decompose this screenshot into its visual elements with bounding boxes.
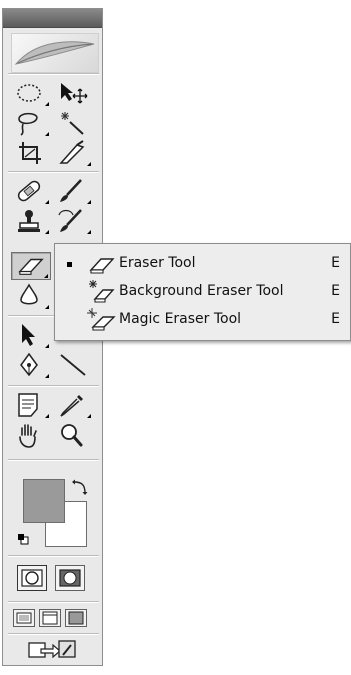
jump-to-imageready-button[interactable] xyxy=(27,637,79,661)
swap-colors-icon[interactable] xyxy=(70,479,88,497)
separator xyxy=(8,385,99,386)
full-screen-icon xyxy=(68,611,84,625)
standard-mode-button[interactable] xyxy=(17,565,47,591)
notes-tool[interactable] xyxy=(11,391,51,419)
menu-item-shortcut: E xyxy=(331,255,340,271)
menu-item-background-eraser-tool[interactable]: Background Eraser Tool E xyxy=(55,278,350,306)
clone-stamp-tool[interactable] xyxy=(11,207,51,235)
brush-tool[interactable] xyxy=(53,177,93,205)
lasso-tool[interactable] xyxy=(11,109,51,137)
eyedropper-tool[interactable] xyxy=(53,391,93,419)
move-tool[interactable] xyxy=(53,79,93,107)
magic-wand-icon xyxy=(61,112,84,135)
menu-item-label: Magic Eraser Tool xyxy=(119,311,242,327)
panel-title-bar[interactable] xyxy=(3,9,102,28)
submenu-indicator-icon xyxy=(45,200,49,204)
submenu-indicator-icon xyxy=(45,414,49,418)
eraser-tool-flyout-menu: Eraser Tool E Background Eraser Tool E M… xyxy=(54,243,351,341)
standard-screen-mode-button[interactable] xyxy=(13,609,35,627)
submenu-indicator-icon xyxy=(87,414,91,418)
standard-mode-icon xyxy=(21,569,43,587)
submenu-indicator-icon xyxy=(87,162,91,166)
line-tool[interactable] xyxy=(53,351,93,379)
magnifier-icon xyxy=(61,424,83,447)
slice-tool[interactable] xyxy=(53,139,93,167)
separator xyxy=(8,73,99,74)
elliptical-marquee-tool[interactable] xyxy=(11,79,51,107)
submenu-indicator-icon xyxy=(44,274,48,278)
separator xyxy=(8,601,99,602)
menu-item-magic-eraser-tool[interactable]: Magic Eraser Tool E xyxy=(55,306,350,334)
submenu-indicator-icon xyxy=(45,132,49,136)
zoom-tool[interactable] xyxy=(53,421,93,449)
submenu-indicator-icon xyxy=(45,230,49,234)
full-screen-mode-button[interactable] xyxy=(65,609,87,627)
submenu-indicator-icon xyxy=(45,344,49,348)
crop-tool[interactable] xyxy=(11,139,51,167)
feather-icon xyxy=(14,41,95,65)
hand-icon xyxy=(19,424,37,448)
hand-tool[interactable] xyxy=(11,421,51,449)
path-selection-tool[interactable] xyxy=(11,321,51,349)
menu-item-shortcut: E xyxy=(331,311,340,327)
pen-tool[interactable] xyxy=(11,351,51,379)
selected-bullet-icon xyxy=(67,262,72,267)
quick-mask-icon xyxy=(59,569,81,587)
eraser-tool[interactable] xyxy=(11,252,51,280)
crop-icon xyxy=(19,142,41,164)
menu-item-eraser-tool[interactable]: Eraser Tool E xyxy=(55,250,350,278)
separator xyxy=(8,459,99,460)
separator xyxy=(8,171,99,172)
background-eraser-icon xyxy=(89,280,115,303)
submenu-indicator-icon xyxy=(45,374,49,378)
quick-mask-mode-button[interactable] xyxy=(55,565,85,591)
menu-item-shortcut: E xyxy=(331,283,340,299)
magic-eraser-icon xyxy=(87,308,116,331)
submenu-indicator-icon xyxy=(87,230,91,234)
submenu-indicator-icon xyxy=(45,102,49,106)
default-colors-icon[interactable] xyxy=(17,533,29,545)
eraser-icon xyxy=(89,258,115,274)
full-screen-menu-mode-button[interactable] xyxy=(39,609,61,627)
submenu-indicator-icon xyxy=(87,200,91,204)
menu-item-label: Background Eraser Tool xyxy=(119,283,284,299)
blur-tool[interactable] xyxy=(11,282,51,310)
submenu-indicator-icon xyxy=(45,305,49,309)
feather-logo[interactable] xyxy=(11,33,99,73)
healing-brush-tool[interactable] xyxy=(11,177,51,205)
menu-item-label: Eraser Tool xyxy=(119,255,196,271)
move-icon xyxy=(61,83,88,104)
history-brush-tool[interactable] xyxy=(53,207,93,235)
separator xyxy=(8,555,99,556)
line-icon xyxy=(60,354,86,376)
separator xyxy=(8,633,99,634)
standard-screen-icon xyxy=(16,612,32,624)
full-screen-menu-icon xyxy=(42,611,58,625)
foreground-color-swatch[interactable] xyxy=(23,479,65,523)
magic-wand-tool[interactable] xyxy=(53,109,93,137)
jump-to-app-icon xyxy=(28,640,76,659)
